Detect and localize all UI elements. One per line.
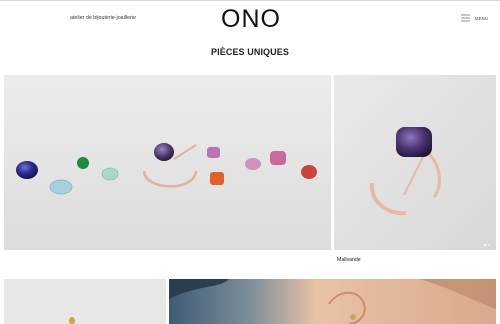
product-caption[interactable]: Mallsande [337, 257, 361, 263]
earring-image [4, 279, 166, 324]
product-card-bottom-left[interactable] [4, 279, 166, 324]
ring-image [334, 75, 496, 250]
product-card-ring[interactable] [334, 75, 496, 250]
header-tagline: atelier de bijouterie-joaillerie [70, 15, 136, 21]
page-title: PIÈCES UNIQUES [211, 47, 289, 57]
hamburger-menu-icon [461, 14, 470, 22]
menu-button[interactable]: MENU [461, 14, 488, 22]
carousel-dot[interactable] [488, 244, 490, 246]
product-card-bottom-right[interactable] [169, 279, 496, 324]
top-border [0, 0, 500, 1]
site-logo[interactable]: ONO [221, 5, 281, 34]
gemstones-image [4, 75, 331, 250]
menu-label: MENU [475, 15, 489, 21]
model-ear-image [169, 279, 496, 324]
product-card-gemstones[interactable] [4, 75, 331, 250]
carousel-dots [484, 244, 490, 246]
carousel-dot[interactable] [484, 244, 486, 246]
